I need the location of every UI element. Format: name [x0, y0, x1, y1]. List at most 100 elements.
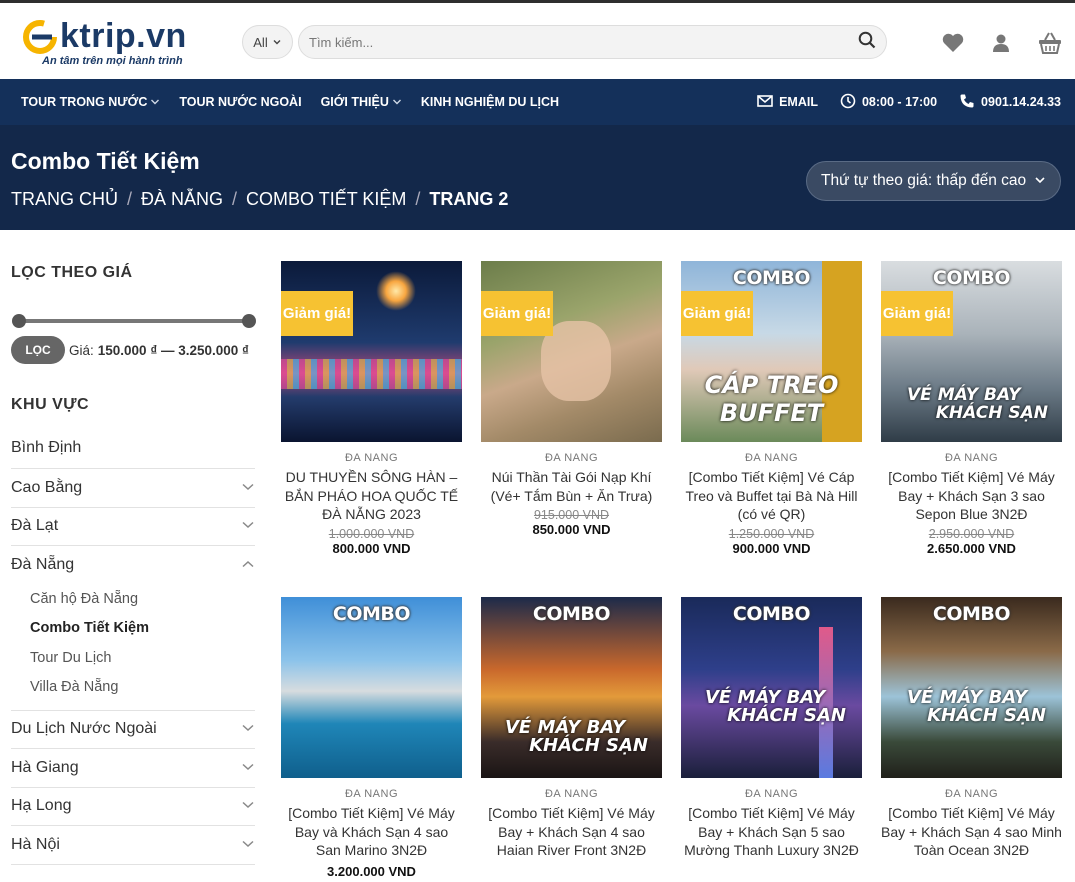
chevron-down-icon [150, 95, 160, 109]
filter-button[interactable]: LỌC [11, 336, 65, 364]
product-image[interactable]: Giảm giá! [481, 261, 662, 442]
envelope-icon [757, 94, 773, 110]
breadcrumb: TRANG CHỦ / ĐÀ NẴNG / COMBO TIẾT KIỆM / TRANG … [11, 189, 508, 210]
region-item-binh-dinh[interactable]: Bình Định [11, 428, 255, 469]
city-lights-graphic [281, 359, 462, 389]
search-category-select[interactable]: All [242, 25, 293, 59]
combo-logo-text: COMBO [532, 603, 611, 625]
nav-item-label: GIỚI THIỆU [320, 95, 389, 109]
product-title[interactable]: DU THUYỀN SÔNG HÀN – BẮN PHÁO HOA QUỐC T… [281, 468, 462, 524]
breadcrumb-separator: / [127, 189, 133, 209]
product-card[interactable]: COMBO VÉ MÁY BAY KHÁCH SẠN ĐA NANG [Comb… [881, 597, 1062, 860]
product-title[interactable]: [Combo Tiết Kiệm] Vé Máy Bay và Khách Sạ… [281, 804, 462, 860]
nav-email-label: EMAIL [779, 95, 818, 109]
basket-icon[interactable] [1037, 31, 1063, 60]
phone-icon [959, 93, 975, 112]
product-category[interactable]: ĐA NANG [881, 452, 1062, 464]
product-image[interactable]: COMBO [281, 597, 462, 778]
product-title[interactable]: [Combo Tiết Kiệm] Vé Máy Bay + Khách Sạn… [881, 804, 1062, 860]
product-card[interactable]: COMBO VÉ MÁY BAY KHÁCH SẠN ĐA NANG [Comb… [681, 597, 862, 860]
search-input[interactable] [309, 34, 858, 50]
breadcrumb-home[interactable]: TRANG CHỦ [11, 189, 118, 209]
product-card[interactable]: Giảm giá! ĐA NANG DU THUYỀN SÔNG HÀN – B… [281, 261, 462, 556]
product-old-price: 2.950.000 VND [928, 526, 1015, 541]
breadcrumb-combo[interactable]: COMBO TIẾT KIỆM [246, 189, 406, 209]
region-label: Đà Lạt [11, 517, 59, 535]
chevron-down-icon[interactable] [241, 759, 255, 777]
price-label: Giá: [69, 342, 94, 358]
user-icon[interactable] [990, 32, 1012, 59]
product-title[interactable]: Núi Thần Tài Gói Nạp Khí (Vé+ Tắm Bùn + … [481, 468, 662, 505]
region-item-da-lat[interactable]: Đà Lạt [11, 508, 255, 546]
nav-item-kinh-nghiem[interactable]: KINH NGHIỆM DU LỊCH [421, 95, 559, 109]
region-item-ha-long[interactable]: Hạ Long [11, 788, 255, 827]
search-category-value: All [253, 34, 268, 50]
product-image[interactable]: COMBO VÉ MÁY BAY KHÁCH SẠN [481, 597, 662, 778]
subregion-item[interactable]: Villa Đà Nẵng [30, 672, 255, 701]
nav-item-tour-trong-nuoc[interactable]: TOUR TRONG NƯỚC [21, 95, 160, 109]
product-title[interactable]: [Combo Tiết Kiệm] Vé Máy Bay + Khách Sạn… [681, 804, 862, 860]
product-category[interactable]: ĐA NANG [281, 788, 462, 800]
region-item-da-nang[interactable]: Đà Nẵng [11, 546, 255, 585]
region-item-du-lich-nuoc-ngoai[interactable]: Du Lịch Nước Ngoài [11, 711, 255, 750]
product-category[interactable]: ĐA NANG [681, 452, 862, 464]
chevron-up-icon[interactable] [241, 556, 255, 574]
product-title[interactable]: [Combo Tiết Kiệm] Vé Máy Bay + Khách Sạn… [881, 468, 1062, 524]
product-card[interactable]: Giảm giá! ĐA NANG Núi Thần Tài Gói Nạp K… [481, 261, 662, 537]
sort-select-value: Thứ tự theo giá: thấp đến cao [821, 172, 1027, 189]
nav-item-label: KINH NGHIỆM DU LỊCH [420, 95, 560, 109]
chevron-down-icon[interactable] [241, 720, 255, 738]
nav-phone[interactable]: 0901.14.24.33 [959, 93, 1061, 112]
region-item-cao-bang[interactable]: Cao Bằng [11, 469, 255, 508]
search-icon[interactable] [858, 31, 876, 54]
product-title[interactable]: [Combo Tiết Kiệm] Vé Cáp Treo và Buffet … [681, 468, 862, 524]
nav-item-gioi-thieu[interactable]: GIỚI THIỆU [321, 95, 402, 109]
product-image[interactable]: COMBO CÁP TREO BUFFET Giảm giá! [681, 261, 862, 442]
product-title[interactable]: [Combo Tiết Kiệm] Vé Máy Bay + Khách Sạn… [481, 804, 662, 860]
price-range-value: 150.000 ₫ — 3.250.000 ₫ [97, 342, 249, 358]
heart-icon[interactable] [941, 32, 965, 59]
clock-icon [840, 93, 856, 112]
sale-badge: Giảm giá! [881, 291, 953, 336]
breadcrumb-da-nang[interactable]: ĐÀ NẴNG [141, 189, 223, 209]
search-bar: All [242, 25, 887, 59]
product-card[interactable]: COMBO CÁP TREO BUFFET Giảm giá! ĐA NANG … [681, 261, 862, 556]
price-slider-min-handle[interactable] [12, 314, 26, 328]
product-category[interactable]: ĐA NANG [281, 452, 462, 464]
chevron-down-icon[interactable] [241, 479, 255, 497]
region-item-ha-noi[interactable]: Hà Nội [11, 826, 255, 865]
product-card[interactable]: COMBO VÉ MÁY BAY KHÁCH SẠN Giảm giá! ĐA … [881, 261, 1062, 556]
combo-logo-text: COMBO [332, 603, 411, 625]
product-price: 900.000 VND [732, 540, 811, 556]
product-category[interactable]: ĐA NANG [681, 788, 862, 800]
site-logo[interactable]: ktrip.vn An tâm trên mọi hành trình [22, 13, 212, 69]
subregion-item-active[interactable]: Combo Tiết Kiệm [30, 614, 255, 643]
product-card[interactable]: COMBO ĐA NANG [Combo Tiết Kiệm] Vé Máy B… [281, 597, 462, 879]
logo-mark-icon [22, 19, 58, 55]
product-image[interactable]: COMBO VÉ MÁY BAY KHÁCH SẠN [681, 597, 862, 778]
chevron-down-icon [272, 35, 282, 50]
combo-logo-text: COMBO [732, 603, 811, 625]
subregion-item[interactable]: Căn hộ Đà Nẵng [30, 585, 255, 614]
subregion-item[interactable]: Tour Du Lịch [30, 643, 255, 672]
product-image[interactable]: COMBO VÉ MÁY BAY KHÁCH SẠN Giảm giá! [881, 261, 1062, 442]
product-card[interactable]: COMBO VÉ MÁY BAY KHÁCH SẠN ĐA NANG [Comb… [481, 597, 662, 860]
product-image[interactable]: Giảm giá! [281, 261, 462, 442]
product-category[interactable]: ĐA NANG [481, 452, 662, 464]
product-category[interactable]: ĐA NANG [881, 788, 1062, 800]
nav-hours-label: 08:00 - 17:00 [861, 95, 938, 109]
product-image[interactable]: COMBO VÉ MÁY BAY KHÁCH SẠN [881, 597, 1062, 778]
chevron-down-icon[interactable] [241, 836, 255, 854]
chevron-down-icon[interactable] [241, 517, 255, 535]
price-slider[interactable] [11, 314, 256, 328]
nav-email[interactable]: EMAIL [757, 94, 818, 110]
nav-item-tour-nuoc-ngoai[interactable]: TOUR NƯỚC NGOÀI [179, 95, 301, 109]
product-category[interactable]: ĐA NANG [481, 788, 662, 800]
chevron-down-icon [1034, 172, 1046, 190]
region-item-ha-giang[interactable]: Hà Giang [11, 749, 255, 788]
chevron-down-icon[interactable] [241, 797, 255, 815]
price-filter-title: LỌC THEO GIÁ [11, 264, 133, 281]
price-slider-max-handle[interactable] [242, 314, 256, 328]
sort-select[interactable]: Thứ tự theo giá: thấp đến cao [806, 161, 1061, 201]
combo-logo-text: COMBO [932, 603, 1011, 625]
